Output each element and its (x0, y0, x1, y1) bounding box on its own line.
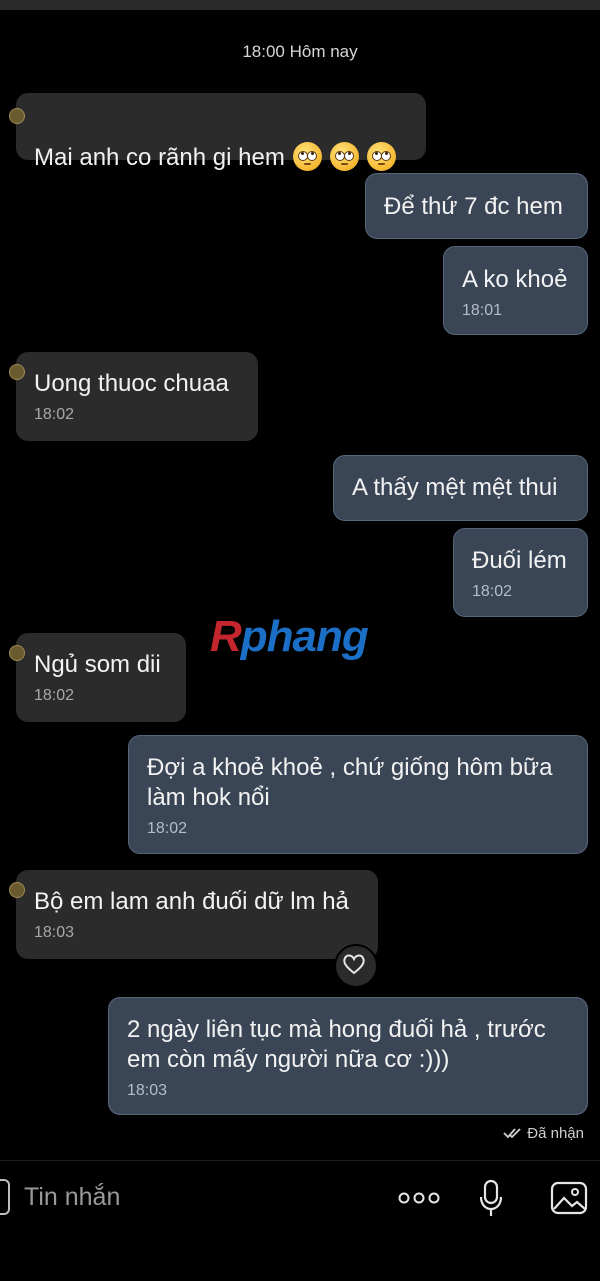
message-bubble-incoming[interactable]: Bộ em lam anh đuối dữ lm hả 18:03 (9, 870, 378, 959)
date-separator: 18:00 Hôm nay (242, 42, 358, 61)
message-composer: Tin nhắn (0, 1160, 600, 1281)
message-text: 2 ngày liên tục mà hong đuối hả , trước … (127, 1016, 546, 1073)
message-text: Ngủ som dii (34, 651, 161, 678)
message-text: Đợi a khoẻ khoẻ , chứ giống hôm bữa làm … (147, 754, 553, 811)
message-bubble-outgoing[interactable]: A thấy mệt mệt thui (333, 455, 588, 521)
message-text: Bộ em lam anh đuối dữ lm hả (34, 888, 349, 915)
avatar (9, 364, 25, 380)
rolling-eyes-emoji (329, 142, 359, 171)
avatar (9, 882, 25, 898)
message-bubble-outgoing[interactable]: Đuối lém 18:02 (453, 528, 588, 617)
message-bubble-outgoing[interactable]: Để thứ 7 đc hem (365, 173, 588, 239)
message-timestamp: 18:02 (34, 406, 75, 423)
rolling-eyes-emoji (366, 142, 396, 171)
message-timestamp: 18:03 (127, 1082, 168, 1099)
heart-icon (343, 954, 365, 975)
message-timestamp: 18:02 (147, 820, 188, 837)
message-timestamp: 18:01 (462, 302, 503, 319)
avatar (9, 108, 25, 124)
delivery-status: Đã nhận (503, 1125, 584, 1142)
delivery-status-label: Đã nhận (527, 1125, 584, 1142)
message-text: Để thứ 7 đc hem (384, 193, 563, 220)
message-bubble-incoming[interactable]: Ngủ som dii 18:02 (9, 633, 186, 722)
message-text: A ko khoẻ (462, 266, 568, 293)
message-timestamp: 18:02 (472, 583, 513, 600)
rolling-eyes-emoji (292, 142, 322, 171)
avatar (9, 645, 25, 661)
message-bubble-outgoing[interactable]: Đợi a khoẻ khoẻ , chứ giống hôm bữa làm … (128, 735, 588, 854)
message-timestamp: 18:03 (34, 924, 75, 941)
message-timestamp: 18:02 (34, 687, 75, 704)
emoji-sticker-icon[interactable] (0, 1179, 10, 1215)
message-bubble-incoming[interactable]: Uong thuoc chuaa 18:02 (9, 352, 258, 441)
message-text: Uong thuoc chuaa (34, 370, 229, 397)
status-bar (0, 0, 600, 10)
double-check-icon (503, 1128, 521, 1139)
message-input[interactable]: Tin nhắn (24, 1183, 120, 1212)
message-text: Đuối lém (472, 547, 567, 574)
message-bubble-incoming[interactable]: Mai anh co rãnh gi hem (9, 93, 426, 171)
image-icon[interactable] (550, 1181, 588, 1215)
message-bubble-outgoing[interactable]: 2 ngày liên tục mà hong đuối hả , trước … (108, 997, 588, 1115)
watermark-logo: Rphang (210, 612, 369, 661)
message-text: Mai anh co rãnh gi hem (34, 144, 285, 171)
more-icon[interactable] (398, 1191, 442, 1205)
message-text: A thấy mệt mệt thui (352, 474, 558, 501)
message-bubble-outgoing[interactable]: A ko khoẻ 18:01 (443, 246, 588, 335)
reaction-button[interactable] (334, 944, 378, 988)
microphone-icon[interactable] (478, 1179, 504, 1219)
